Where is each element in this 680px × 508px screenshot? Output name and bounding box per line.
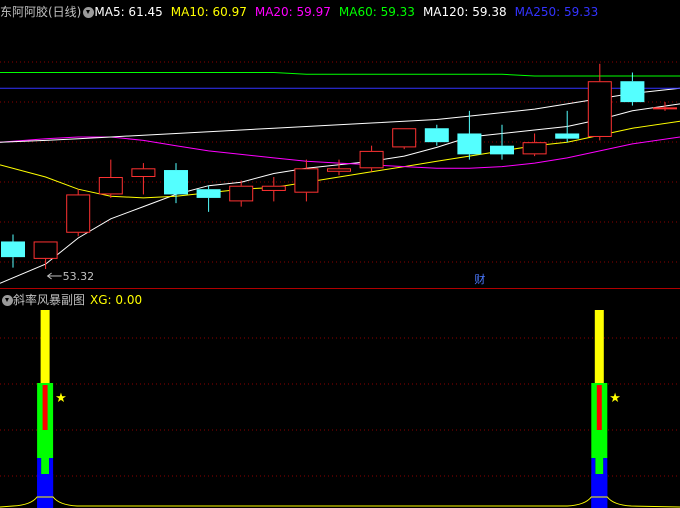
candlesticks[interactable] <box>1 63 677 269</box>
candle-body-up <box>131 168 156 178</box>
stock-title: 东阿阿胶(日线) <box>0 5 82 19</box>
candle[interactable] <box>620 72 645 106</box>
ma-label: MA10: 60.97 <box>170 5 247 19</box>
candle[interactable] <box>555 110 580 143</box>
candle-body-down <box>555 133 580 139</box>
signal-bar[interactable]: ★ <box>37 310 67 508</box>
candle-body-up <box>33 241 58 259</box>
xg-value: XG: 0.00 <box>90 293 143 307</box>
candle[interactable] <box>359 145 384 172</box>
candle-body-up <box>392 128 417 148</box>
star-icon: ★ <box>609 391 621 406</box>
sub-panel-header: 斜率风暴副图 XG: 0.00 <box>0 291 142 309</box>
ma-label: MA60: 59.33 <box>338 5 415 19</box>
candle-body-up <box>229 185 254 202</box>
candle-body-down <box>196 189 221 198</box>
min-price-label: 53.32 <box>63 270 95 283</box>
candle-body-up <box>327 168 351 172</box>
candle-body-down <box>424 128 449 143</box>
candle[interactable] <box>392 128 417 150</box>
candle-body-up <box>587 81 612 137</box>
ma-label: MA5: 61.45 <box>94 5 163 19</box>
candle-body-down <box>1 241 25 258</box>
annotations: 53.32 财 <box>46 270 485 286</box>
signal-red-segment <box>596 385 602 430</box>
candle[interactable] <box>66 189 91 237</box>
candle-body-up <box>522 142 547 155</box>
dropdown-circle-icon[interactable] <box>2 294 13 306</box>
signal-green-tail <box>595 458 604 474</box>
candle-body-up <box>359 150 384 169</box>
dropdown-circle-icon[interactable] <box>83 6 95 18</box>
candle[interactable] <box>457 110 482 160</box>
ma-label: MA120: 59.38 <box>422 5 507 19</box>
ma-legend: MA5: 61.45 MA10: 60.97 MA20: 59.97 MA60: 59… <box>94 3 606 21</box>
candle[interactable] <box>327 159 351 176</box>
signal-yellow-segment <box>594 310 604 385</box>
candle[interactable] <box>33 241 58 269</box>
candle[interactable] <box>522 133 547 157</box>
candle[interactable] <box>1 234 25 268</box>
star-icon: ★ <box>55 391 67 406</box>
candle[interactable] <box>229 180 254 207</box>
signal-green-tail <box>41 458 50 474</box>
stock-chart[interactable]: 53.32 财 ★ ★ <box>0 0 680 508</box>
candle[interactable] <box>261 177 286 202</box>
ma-line-ma60 <box>0 72 680 77</box>
candle-body-up <box>294 168 319 193</box>
signal-bar[interactable]: ★ <box>591 310 621 508</box>
candle[interactable] <box>98 159 123 198</box>
candle[interactable] <box>196 185 221 212</box>
candle[interactable] <box>587 63 612 141</box>
ma-label: MA250: 59.33 <box>514 5 599 19</box>
candle[interactable] <box>294 159 319 202</box>
sub-indicator-panel[interactable]: ★ ★ <box>0 310 680 508</box>
candle-body-down <box>490 145 514 155</box>
candle[interactable] <box>424 124 449 146</box>
signal-blue-segment <box>37 474 54 508</box>
candle-body-down <box>457 133 482 155</box>
candle-body-down <box>620 81 645 103</box>
ma-label: MA20: 59.97 <box>254 5 331 19</box>
candle[interactable] <box>490 124 514 160</box>
signal-yellow-segment <box>40 310 50 385</box>
main-panel-header: 东阿阿胶(日线) MA5: 61.45 MA10: 60.97 MA20: 59.9… <box>0 3 606 21</box>
candle-body-up <box>653 107 677 110</box>
candle[interactable] <box>653 102 677 111</box>
candle-body-up <box>261 185 286 191</box>
candle[interactable] <box>131 163 156 195</box>
signal-blue-segment <box>591 474 608 508</box>
finance-marker: 财 <box>474 272 485 286</box>
signal-red-segment <box>42 385 48 430</box>
candle-body-up <box>98 177 123 195</box>
xg-line <box>0 496 680 508</box>
sub-panel-title: 斜率风暴副图 <box>13 293 86 307</box>
candle-body-up <box>66 194 91 233</box>
candle-body-down <box>164 170 188 195</box>
